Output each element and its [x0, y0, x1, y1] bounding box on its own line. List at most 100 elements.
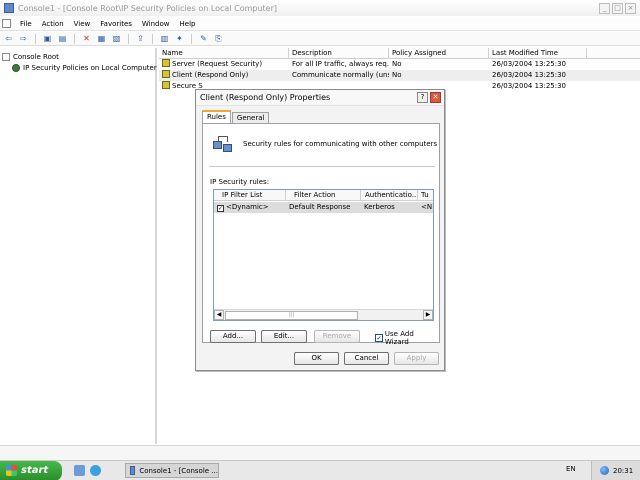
- help-button[interactable]: ?: [417, 92, 428, 103]
- column-header-ip-filter-list[interactable]: IP Filter List: [214, 190, 286, 200]
- menu-window[interactable]: Window: [137, 20, 175, 28]
- ip-security-rules-label: IP Security rules:: [210, 178, 270, 186]
- column-header-authentication[interactable]: Authenticatio...: [361, 190, 418, 200]
- mmc-app-icon: [130, 466, 136, 475]
- horizontal-scrollbar[interactable]: ◀ ||| ▶: [214, 309, 433, 320]
- dialog-title: Client (Respond Only) Properties: [200, 93, 331, 102]
- console-doc-icon[interactable]: [2, 19, 11, 28]
- menu-file[interactable]: File: [15, 20, 37, 28]
- table-row[interactable]: Server (Request Security) For all IP tra…: [159, 59, 640, 70]
- apply-button[interactable]: Apply: [394, 352, 439, 365]
- tab-rules[interactable]: Rules: [202, 110, 231, 123]
- manage-filters-icon[interactable]: ▥: [159, 34, 170, 44]
- rules-tab-panel: Security rules for communicating with ot…: [202, 123, 440, 346]
- taskbar-item-console1[interactable]: Console1 - [Console ...: [125, 463, 219, 478]
- window-titlebar[interactable]: Console1 - [Console Root\IP Security Pol…: [0, 0, 640, 16]
- divider: [209, 166, 435, 167]
- toolbar: ⇦ ⇨ ▣ ▤ ✕ ▦ ▧ ⇪ ▥ ✦ ✎ ⎘: [0, 32, 640, 46]
- rule-enabled-checkbox[interactable]: ✓: [217, 205, 224, 212]
- mmc-app-icon: [4, 3, 14, 13]
- ip-security-rules-list[interactable]: IP Filter List Filter Action Authenticat…: [213, 189, 434, 321]
- ok-button[interactable]: OK: [294, 352, 339, 365]
- up-folder-icon[interactable]: ▣: [42, 34, 53, 44]
- minimize-button[interactable]: _: [599, 2, 610, 14]
- window-title: Console1 - [Console Root\IP Security Pol…: [18, 3, 277, 13]
- column-header-name[interactable]: Name: [159, 48, 289, 58]
- menu-help[interactable]: Help: [175, 20, 201, 28]
- network-computers-icon: [213, 135, 233, 153]
- menu-bar: File Action View Favorites Window Help: [0, 17, 640, 31]
- policy-name: Client (Respond Only): [172, 71, 249, 79]
- forward-arrow-icon[interactable]: ⇨: [18, 34, 29, 44]
- show-tree-icon[interactable]: ▤: [57, 34, 68, 44]
- column-header-last-modified[interactable]: Last Modified Time: [489, 48, 587, 58]
- table-row[interactable]: Client (Respond Only) Communicate normal…: [159, 70, 640, 81]
- column-header-tunnel[interactable]: Tu: [418, 190, 433, 200]
- rule-filter-list: <Dynamic>: [226, 203, 269, 211]
- new-policy-icon[interactable]: ✦: [174, 34, 185, 44]
- taskbar: start Console1 - [Console ...: [0, 460, 640, 480]
- scroll-right-icon[interactable]: ▶: [423, 310, 433, 320]
- tree-item-console-root[interactable]: Console Root: [2, 51, 153, 62]
- column-header-filter-action[interactable]: Filter Action: [286, 190, 361, 200]
- close-button[interactable]: ×: [625, 2, 636, 14]
- tree-item-label: IP Security Policies on Local Computer: [23, 63, 157, 72]
- policy-modified: 26/03/2004 13:25:30: [492, 71, 567, 79]
- remove-rule-button[interactable]: Remove: [314, 330, 360, 343]
- internet-explorer-icon[interactable]: [90, 465, 101, 476]
- tab-general[interactable]: General: [231, 112, 270, 123]
- properties-icon[interactable]: ▦: [96, 34, 107, 44]
- system-tray: 20:31: [591, 461, 640, 480]
- unassign-policy-icon[interactable]: ⎘: [213, 34, 224, 44]
- policy-icon: [162, 81, 170, 89]
- tree-item-ip-security-policies[interactable]: IP Security Policies on Local Computer: [2, 62, 157, 73]
- policy-assigned: No: [392, 60, 402, 68]
- scrollbar-thumb[interactable]: |||: [225, 310, 358, 320]
- quick-launch: [74, 465, 101, 476]
- use-add-wizard-checkbox[interactable]: ✓: [375, 334, 383, 342]
- export-list-icon[interactable]: ⇪: [135, 34, 146, 44]
- menu-view[interactable]: View: [69, 20, 96, 28]
- dialog-titlebar[interactable]: Client (Respond Only) Properties ? ✕: [196, 90, 444, 106]
- network-globe-icon[interactable]: [600, 466, 609, 475]
- taskbar-item-label: Console1 - [Console ...: [139, 466, 218, 475]
- toolbar-separator: [191, 33, 192, 44]
- console-tree: Console Root IP Security Policies on Loc…: [0, 48, 157, 444]
- toolbar-separator: [74, 33, 75, 44]
- rule-authentication: Kerberos: [364, 203, 395, 211]
- add-rule-button[interactable]: Add...: [210, 330, 256, 343]
- properties-dialog: Client (Respond Only) Properties ? ✕ Rul…: [195, 89, 445, 371]
- language-indicator[interactable]: EN: [566, 465, 576, 473]
- column-header-description[interactable]: Description: [289, 48, 389, 58]
- show-desktop-icon[interactable]: [74, 465, 85, 476]
- delete-icon[interactable]: ✕: [81, 34, 92, 44]
- refresh-icon[interactable]: ▧: [111, 34, 122, 44]
- scroll-left-icon[interactable]: ◀: [214, 310, 224, 320]
- assign-policy-icon[interactable]: ✎: [198, 34, 209, 44]
- policy-description: Communicate normally (uns...: [292, 71, 389, 79]
- use-add-wizard-label: Use Add Wizard: [384, 330, 414, 346]
- list-header: Name Description Policy Assigned Last Mo…: [159, 48, 640, 59]
- folder-icon: [2, 52, 10, 61]
- policy-assigned: No: [392, 71, 402, 79]
- tree-item-label: Console Root: [13, 52, 59, 61]
- maximize-button[interactable]: □: [612, 2, 623, 14]
- column-header-policy-assigned[interactable]: Policy Assigned: [389, 48, 489, 58]
- clock[interactable]: 20:31: [613, 467, 633, 475]
- edit-rule-button[interactable]: Edit...: [261, 330, 307, 343]
- menu-favorites[interactable]: Favorites: [95, 20, 137, 28]
- start-button[interactable]: start: [0, 460, 62, 480]
- status-bar: [0, 445, 640, 460]
- policy-name: Server (Request Security): [172, 60, 263, 68]
- policy-modified: 26/03/2004 13:25:30: [492, 82, 567, 90]
- ipsec-policy-icon: [12, 63, 20, 72]
- use-add-wizard-option[interactable]: ✓ Use Add Wizard: [375, 330, 439, 346]
- policy-modified: 26/03/2004 13:25:30: [492, 60, 567, 68]
- table-row[interactable]: ✓ <Dynamic> Default Response Kerberos <N: [214, 202, 433, 213]
- dialog-close-button[interactable]: ✕: [430, 92, 441, 103]
- start-label: start: [21, 465, 49, 476]
- rule-tunnel: <N: [421, 203, 433, 211]
- menu-action[interactable]: Action: [37, 20, 69, 28]
- back-arrow-icon[interactable]: ⇦: [3, 34, 14, 44]
- cancel-button[interactable]: Cancel: [344, 352, 389, 365]
